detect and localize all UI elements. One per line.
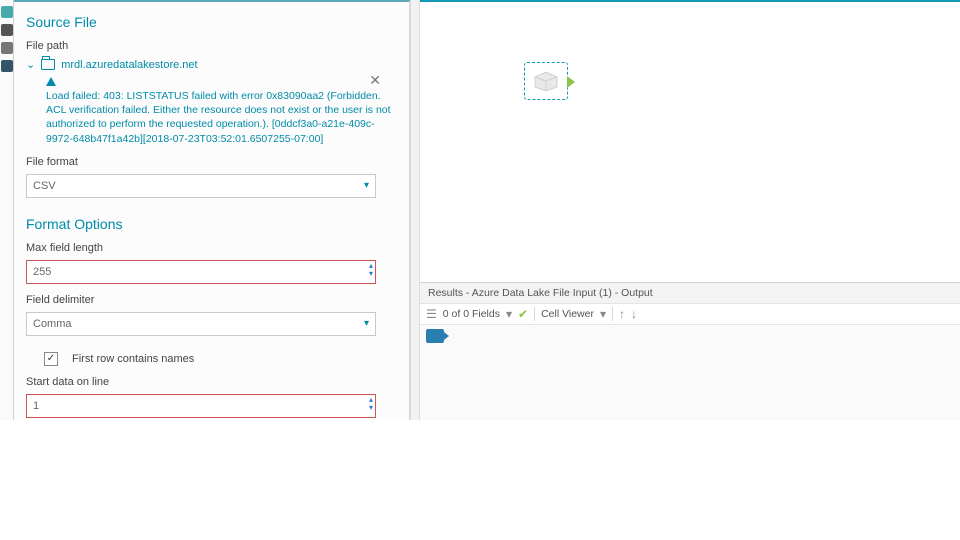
tool-icon[interactable] [1,60,13,72]
tool-icon[interactable] [1,24,13,36]
input-max-field-length[interactable]: ▴▾ [26,260,376,284]
box-icon [533,70,559,92]
select-field-delimiter[interactable]: Comma ▾ [26,312,376,336]
caret-down-icon[interactable]: ▾ [506,307,512,321]
select-file-format[interactable]: CSV ▾ [26,174,376,198]
select-file-format-value: CSV [33,180,56,192]
section-title-source-file: Source File [26,14,397,30]
chevron-down-icon: ⌄ [26,58,35,71]
list-view-icon[interactable]: ☰ [426,307,437,321]
section-title-format-options: Format Options [26,216,397,232]
tool-icon[interactable] [1,42,13,54]
label-field-delimiter: Field delimiter [26,294,397,306]
label-start-data: Start data on line [26,376,397,388]
clear-path-icon[interactable]: ✕ [369,72,381,89]
input-max-field-length-field[interactable] [33,266,333,278]
metadata-chip-icon[interactable] [426,329,444,343]
spinner[interactable]: ▴▾ [369,262,373,278]
results-toolbar: ☰ 0 of 0 Fields ▾ ✔ Cell Viewer ▾ ↑ ↓ [420,304,960,325]
separator [612,307,613,321]
results-pane: Results - Azure Data Lake File Input (1)… [420,282,960,420]
error-text: Load failed: 403: LISTSTATUS failed with… [46,89,397,146]
label-file-path: File path [26,40,397,52]
output-anchor-icon[interactable] [567,76,575,88]
spinner-down-icon[interactable]: ▾ [369,404,373,412]
tree-root-label: mrdl.azuredatalakestore.net [61,59,197,71]
cell-viewer-label: Cell Viewer [541,308,594,320]
config-pane: Source File File path ✕ ⌄ mrdl.azuredata… [14,0,410,420]
vertical-splitter[interactable] [410,0,420,420]
separator [534,307,535,321]
spinner[interactable]: ▴▾ [369,396,373,412]
label-max-field-length: Max field length [26,242,397,254]
caret-down-icon[interactable]: ▾ [600,307,606,321]
sort-asc-icon[interactable]: ↑ [619,307,625,321]
caret-down-icon: ▾ [364,180,369,191]
canvas[interactable] [420,0,960,282]
tool-icon[interactable] [1,6,13,18]
checkbox-first-row[interactable]: ✓ [44,352,58,366]
label-file-format: File format [26,156,397,168]
checkbox-first-row-label: First row contains names [72,353,194,365]
spinner-down-icon[interactable]: ▾ [369,270,373,278]
input-start-data[interactable]: ▴▾ [26,394,376,418]
select-field-delimiter-value: Comma [33,318,72,330]
sort-desc-icon[interactable]: ↓ [631,307,637,321]
folder-icon [41,59,55,70]
tool-strip [0,0,14,420]
tree-root-row[interactable]: ⌄ mrdl.azuredatalakestore.net [26,58,397,71]
warning-icon [46,77,56,86]
caret-down-icon: ▾ [364,318,369,329]
results-fields-summary: 0 of 0 Fields [443,308,500,320]
results-title: Results - Azure Data Lake File Input (1)… [420,283,960,304]
input-start-data-field[interactable] [33,400,333,412]
workflow-node[interactable] [524,62,568,100]
results-body [420,325,960,347]
error-block: Load failed: 403: LISTSTATUS failed with… [46,77,397,146]
checkbox-row-first-row[interactable]: ✓ First row contains names [44,352,397,366]
check-icon[interactable]: ✔ [518,307,528,321]
